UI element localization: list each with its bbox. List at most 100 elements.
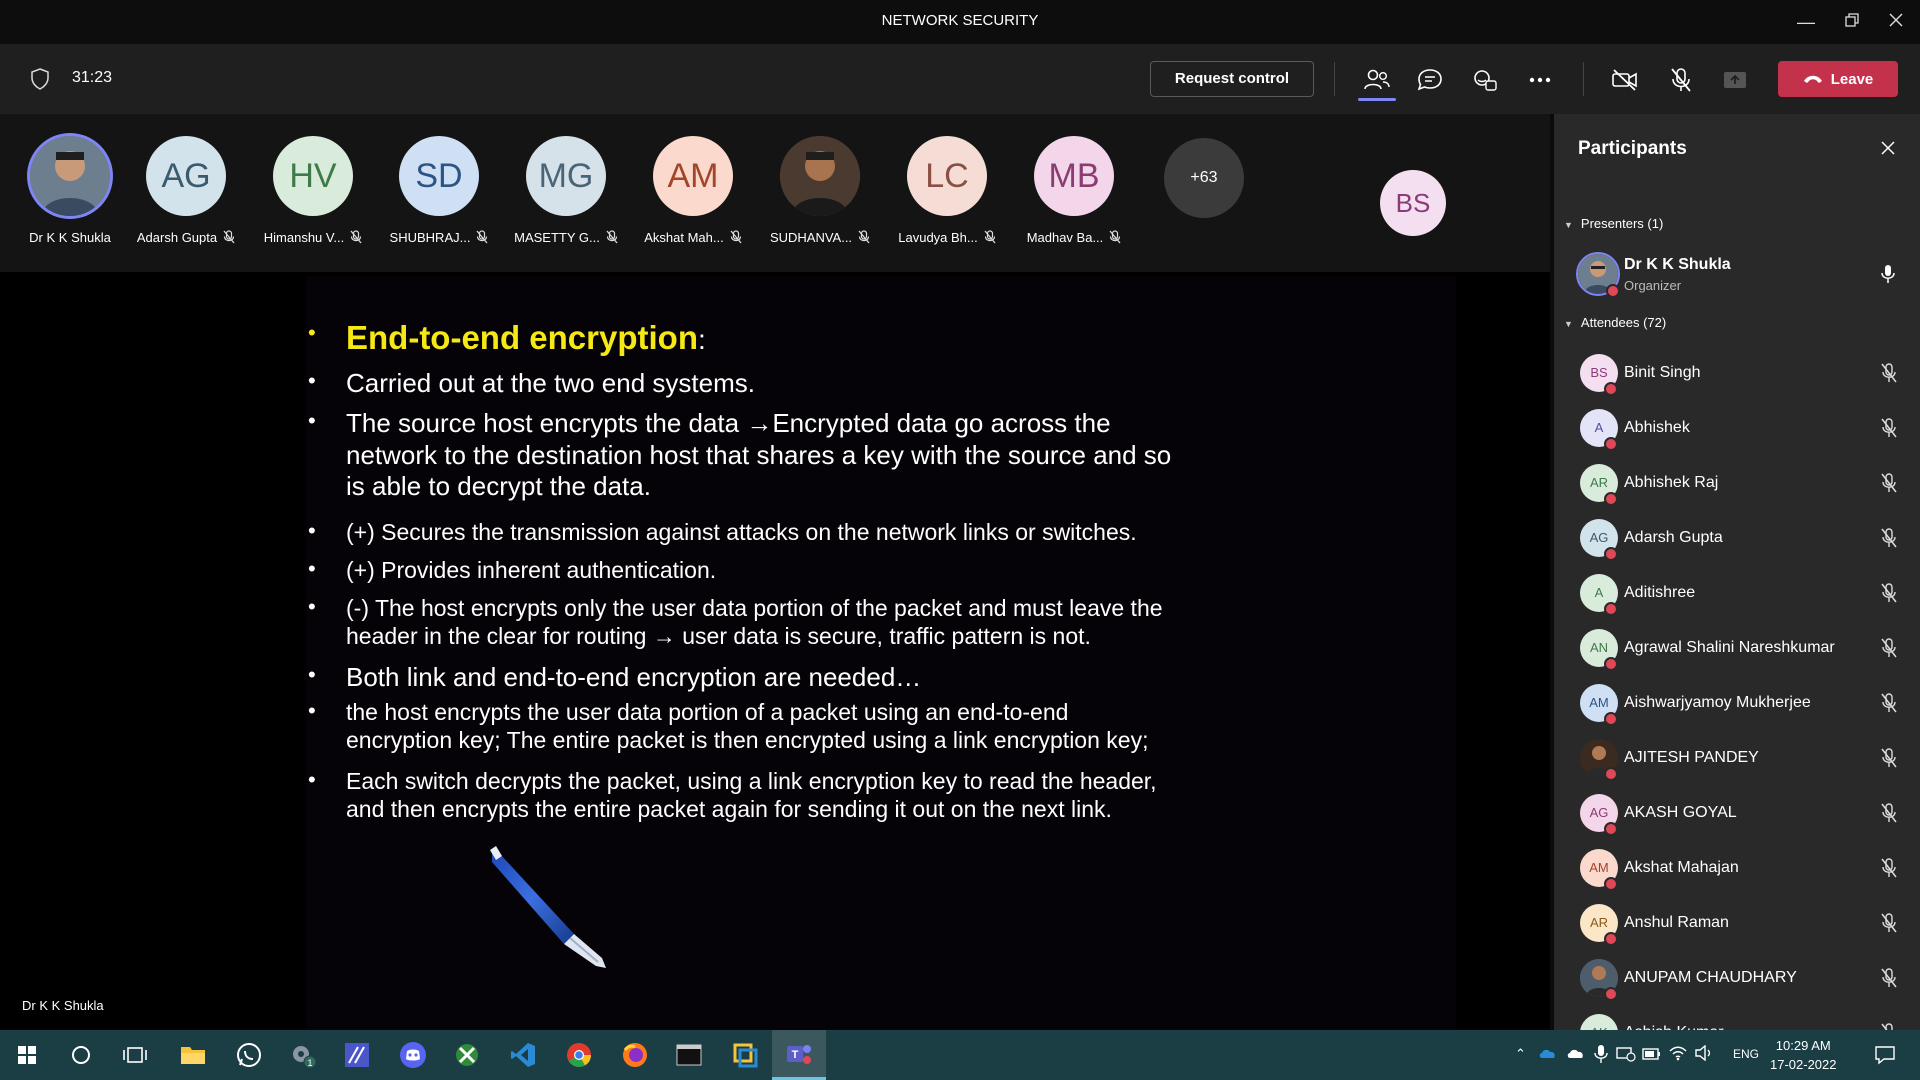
participant-tile[interactable]: SD SHUBHRAJ... — [379, 136, 499, 245]
participant-tile[interactable]: AM Akshat Mah... — [633, 136, 753, 245]
mic-off-icon[interactable] — [1665, 64, 1697, 96]
participant-tile[interactable]: Dr K K Shukla — [10, 136, 130, 245]
more-participants-button[interactable]: +63 — [1164, 138, 1244, 218]
attendee-row[interactable]: A Abhishek — [1554, 401, 1920, 456]
presenter-name-label: Dr K K Shukla — [22, 998, 104, 1013]
avatar: BS — [1380, 170, 1446, 236]
cloud-icon[interactable] — [1566, 1046, 1586, 1065]
app-icon[interactable] — [330, 1030, 384, 1080]
status-badge — [1604, 877, 1618, 891]
attendee-row[interactable]: AG AKASH GOYAL — [1554, 786, 1920, 841]
participants-icon[interactable] — [1361, 64, 1393, 96]
language-indicator[interactable]: ENG — [1733, 1047, 1759, 1061]
attendee-row[interactable]: A Aditishree — [1554, 566, 1920, 621]
presenter-row[interactable]: Dr K K Shukla Organizer — [1554, 244, 1920, 304]
mic-off-icon — [730, 230, 742, 247]
game-icon[interactable] — [440, 1030, 494, 1080]
request-control-button[interactable]: Request control — [1150, 61, 1314, 97]
minimize-icon[interactable]: — — [1788, 8, 1824, 36]
network-devices-icon[interactable] — [1616, 1046, 1636, 1067]
onedrive-icon[interactable] — [1538, 1046, 1558, 1065]
search-icon[interactable] — [54, 1030, 108, 1080]
restore-icon[interactable] — [1834, 8, 1870, 36]
participant-name-label: Madhav Ba... — [1026, 230, 1104, 245]
presenter-name: Dr K K Shukla — [1624, 256, 1731, 273]
bullet-line: network to the destination host that sha… — [346, 439, 1172, 470]
volume-icon[interactable] — [1694, 1044, 1714, 1066]
status-badge — [1604, 382, 1618, 396]
mic-off-icon — [223, 230, 235, 247]
discord-icon[interactable] — [386, 1030, 440, 1080]
avatar: AG — [146, 136, 226, 216]
mic-off-icon — [1880, 473, 1898, 498]
participant-tile[interactable]: HV Himanshu V... — [253, 136, 373, 245]
attendee-name: Adarsh Gupta — [1624, 529, 1723, 546]
status-badge — [1604, 547, 1618, 561]
leave-button[interactable]: Leave — [1778, 61, 1898, 97]
terminal-icon[interactable] — [662, 1030, 716, 1080]
bullet-line: Both link and end-to-end encryption are … — [346, 662, 922, 692]
snipping-tool-icon[interactable] — [718, 1030, 772, 1080]
participant-tile[interactable]: AG Adarsh Gupta — [126, 136, 246, 245]
title-bar: NETWORK SECURITY — — [0, 0, 1920, 44]
firefox-icon[interactable] — [608, 1030, 662, 1080]
clock[interactable]: 10:29 AM 17-02-2022 — [1770, 1036, 1837, 1074]
participant-name: MASETTY G... — [506, 230, 626, 247]
chat-icon[interactable] — [1414, 64, 1446, 96]
toolbar-divider — [1583, 62, 1584, 96]
chrome-icon[interactable] — [552, 1030, 606, 1080]
participant-name-label: SUDHANVA... — [769, 230, 853, 245]
close-panel-icon[interactable] — [1880, 140, 1896, 161]
attendee-row[interactable]: AM Akshat Mahajan — [1554, 841, 1920, 896]
participant-name: SUDHANVA... — [760, 230, 880, 247]
mic-off-icon — [1880, 858, 1898, 883]
vscode-icon[interactable] — [496, 1030, 550, 1080]
participant-tile[interactable]: SUDHANVA... — [760, 136, 880, 245]
reactions-icon[interactable] — [1469, 64, 1501, 96]
bullet-line: (+) Provides inherent authentication. — [346, 557, 717, 583]
attendee-row[interactable]: AG Adarsh Gupta — [1554, 511, 1920, 566]
wifi-icon[interactable] — [1668, 1045, 1688, 1066]
attendee-row[interactable]: AR Anshul Raman — [1554, 896, 1920, 951]
close-window-icon[interactable] — [1878, 8, 1914, 36]
share-screen-icon[interactable] — [1719, 64, 1751, 96]
file-explorer-icon[interactable] — [166, 1030, 220, 1080]
status-badge — [1604, 822, 1618, 836]
camera-off-icon[interactable] — [1609, 64, 1641, 96]
battery-icon[interactable] — [1642, 1047, 1662, 1066]
windows-start-icon[interactable] — [0, 1030, 54, 1080]
task-view-icon[interactable] — [108, 1030, 162, 1080]
teams-icon[interactable]: T — [772, 1030, 826, 1080]
presenters-section-header[interactable]: ▼ Presenters (1) — [1564, 216, 1663, 231]
participant-name: Akshat Mah... — [633, 230, 753, 247]
mic-off-icon — [1880, 693, 1898, 718]
participant-tile[interactable]: LC Lavudya Bh... — [887, 136, 1007, 245]
bullet-line: and then encrypts the entire packet agai… — [346, 796, 1112, 823]
attendee-name: ANUPAM CHAUDHARY — [1624, 969, 1797, 986]
bullet-line: is able to decrypt the data. — [346, 471, 651, 502]
attendee-row[interactable]: AKAshish Kumar — [1554, 1006, 1920, 1030]
participant-name-label: Akshat Mah... — [644, 230, 724, 245]
attendee-row[interactable]: BS Binit Singh — [1554, 346, 1920, 401]
whatsapp-icon[interactable] — [222, 1030, 276, 1080]
more-options-icon[interactable] — [1524, 64, 1556, 96]
presenters-header-label: Presenters (1) — [1580, 216, 1664, 231]
participant-name: SHUBHRAJ... — [379, 230, 499, 247]
mic-off-icon — [1880, 803, 1898, 828]
settings-icon[interactable]: 1 — [276, 1030, 330, 1080]
attendees-section-header[interactable]: ▼ Attendees (72) — [1564, 315, 1666, 330]
notifications-icon[interactable] — [1874, 1045, 1896, 1070]
attendee-row[interactable]: AR Abhishek Raj — [1554, 456, 1920, 511]
status-badge — [1604, 987, 1618, 1001]
attendee-row[interactable]: AM Aishwarjyamoy Mukherjee — [1554, 676, 1920, 731]
attendee-row[interactable]: ANUPAM CHAUDHARY — [1554, 951, 1920, 1006]
attendee-row[interactable]: AN Agrawal Shalini Nareshkumar — [1554, 621, 1920, 676]
bullet-line: (+) Secures the transmission against att… — [346, 519, 1137, 545]
tray-mic-icon[interactable] — [1594, 1044, 1608, 1069]
attendee-row[interactable]: AJITESH PANDEY — [1554, 731, 1920, 786]
participant-tile[interactable]: MG MASETTY G... — [506, 136, 626, 245]
taskbar: 1 T ⌃ ENG 10:29 AM 17-02-2022 — [0, 1030, 1920, 1080]
chevron-up-icon[interactable]: ⌃ — [1515, 1046, 1526, 1062]
status-badge — [1604, 492, 1618, 506]
participant-tile[interactable]: MB Madhav Ba... — [1014, 136, 1134, 245]
